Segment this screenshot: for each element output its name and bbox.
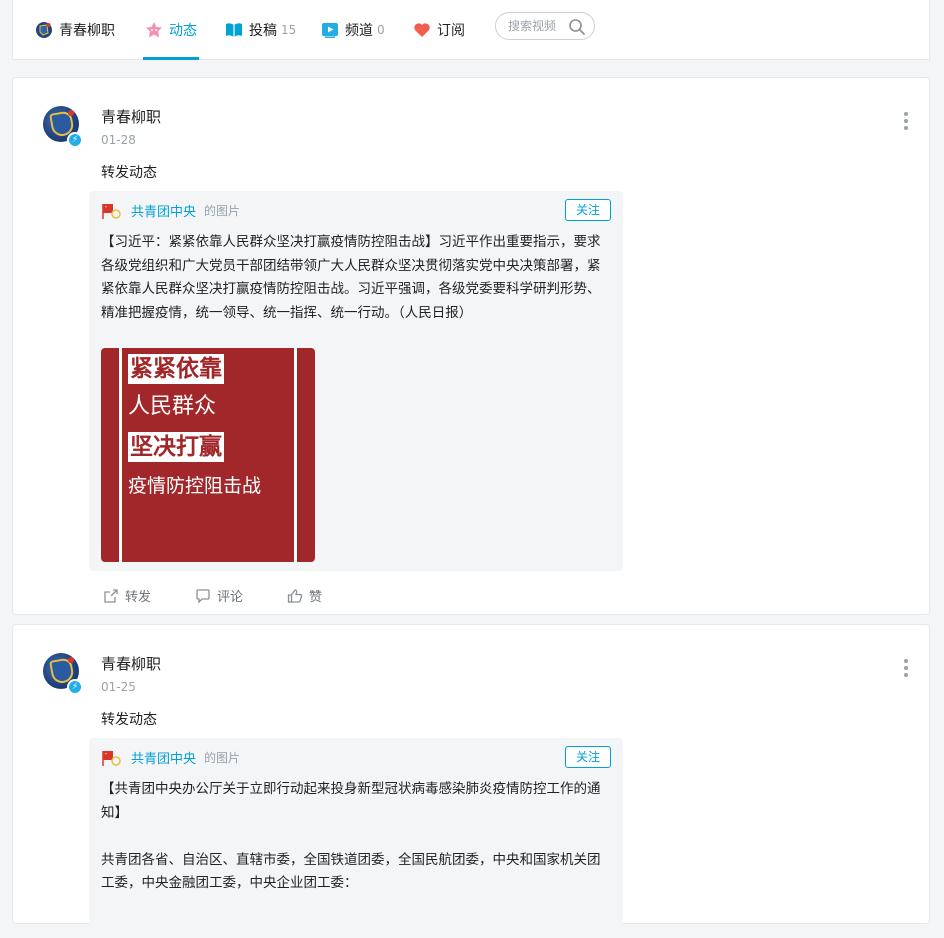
- tab-channels-label: 频道: [345, 23, 373, 39]
- share-icon: [104, 588, 118, 603]
- reposted-content: 共青团中央 的图片 关注 【习近平：紧紧依靠人民群众坚决打赢疫情防控阻击战】习近…: [89, 191, 623, 571]
- poster-left-stripe: [119, 348, 122, 562]
- poster-line-3: 坚决打赢: [128, 432, 224, 462]
- comment-button[interactable]: 评论: [195, 586, 243, 605]
- profile-nav-bar: 青春柳职 动态 投稿 15 频道 0 订阅: [12, 0, 930, 60]
- repost-source-name[interactable]: 共青团中央: [131, 201, 196, 220]
- reposted-content: 共青团中央 的图片 关注 【共青团中央办公厅关于立即行动起来投身新型冠状病毒感染…: [89, 738, 623, 938]
- repost-header: 共青团中央 的图片: [101, 748, 240, 767]
- video-search-box: [495, 12, 595, 40]
- post-actions: 转发 评论 赞: [103, 586, 366, 605]
- poster-line-1: 紧紧依靠: [128, 354, 224, 384]
- follow-button[interactable]: 关注: [565, 199, 611, 221]
- repost-button[interactable]: 转发: [103, 586, 151, 605]
- post-date: 01-28: [101, 133, 136, 147]
- repost-label: 转发: [125, 590, 152, 605]
- author-avatar[interactable]: ⚡: [43, 106, 83, 148]
- video-search-input[interactable]: [506, 18, 576, 34]
- feed-card: ⚡ 青春柳职 01-28 转发动态 共青团中央 的图片 关注 【习近平：紧紧依靠…: [12, 77, 930, 615]
- nav-user-home[interactable]: 青春柳职: [35, 0, 115, 60]
- play-channel-icon: [321, 21, 339, 39]
- more-options-icon[interactable]: [903, 112, 909, 130]
- author-name[interactable]: 青春柳职: [101, 106, 161, 127]
- flower-icon: [145, 21, 163, 39]
- search-icon[interactable]: [568, 18, 586, 40]
- user-avatar-icon: [35, 21, 53, 39]
- league-flag-icon: [101, 202, 121, 220]
- tab-subscriptions-label: 订阅: [437, 23, 465, 39]
- poster-line-4: 疫情防控阻击战: [128, 475, 262, 497]
- verified-lightning-icon: ⚡: [67, 679, 83, 695]
- repost-text: 【习近平：紧紧依靠人民群众坚决打赢疫情防控阻击战】习近平作出重要指示，要求各级党…: [101, 234, 601, 321]
- repost-source-name[interactable]: 共青团中央: [131, 748, 196, 767]
- tab-subscriptions[interactable]: 订阅: [413, 0, 465, 60]
- thumbs-up-icon: [287, 588, 303, 603]
- repost-text: 【共青团中央办公厅关于立即行动起来投身新型冠状病毒感染肺炎疫情防控工作的通知】 …: [101, 781, 601, 891]
- author-name[interactable]: 青春柳职: [101, 653, 161, 674]
- repost-header: 共青团中央 的图片: [101, 201, 240, 220]
- book-icon: [225, 21, 243, 39]
- post-description: 转发动态: [101, 712, 157, 728]
- post-date: 01-25: [101, 680, 136, 694]
- repost-image[interactable]: 紧紧依靠 人民群众 坚决打赢 疫情防控阻击战: [101, 348, 315, 562]
- feed-card: ⚡ 青春柳职 01-25 转发动态 共青团中央 的图片 关注 【共青团中央办公厅…: [12, 624, 930, 938]
- poster-line-2: 人民群众: [128, 394, 217, 419]
- repost-type: 的图片: [204, 204, 241, 218]
- poster-right-stripe: [294, 348, 297, 562]
- tab-uploads-label: 投稿: [249, 23, 277, 39]
- repost-type: 的图片: [204, 751, 241, 765]
- comment-label: 评论: [217, 590, 244, 605]
- comment-icon: [196, 588, 210, 604]
- post-description: 转发动态: [101, 165, 157, 181]
- follow-button[interactable]: 关注: [565, 746, 611, 768]
- tab-uploads-count: 15: [281, 23, 297, 37]
- author-avatar[interactable]: ⚡: [43, 653, 83, 695]
- league-flag-icon: [101, 749, 121, 767]
- tab-channels-count: 0: [377, 23, 385, 37]
- verified-lightning-icon: ⚡: [67, 132, 83, 148]
- like-button[interactable]: 赞: [287, 586, 322, 605]
- tab-dynamics-label: 动态: [169, 23, 197, 39]
- tab-uploads[interactable]: 投稿 15: [225, 0, 296, 60]
- tab-dynamics[interactable]: 动态: [143, 0, 199, 60]
- tab-channels[interactable]: 频道 0: [321, 0, 385, 60]
- nav-user-name: 青春柳职: [59, 23, 115, 39]
- more-options-icon[interactable]: [903, 659, 909, 677]
- heart-icon: [413, 21, 431, 39]
- like-label: 赞: [309, 590, 323, 605]
